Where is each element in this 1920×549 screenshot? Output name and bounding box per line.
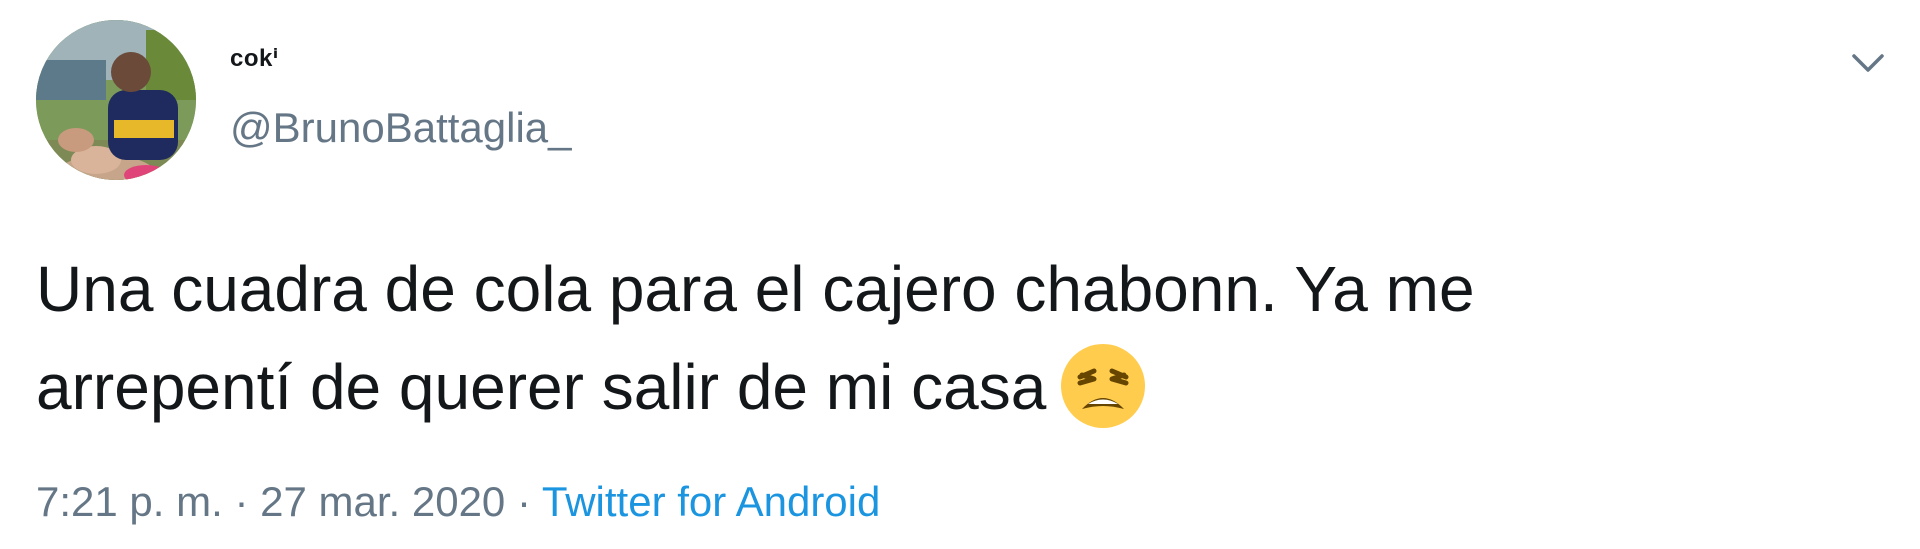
- avatar-image: [36, 20, 196, 180]
- tweet-text: Una cuadra de cola para el cajero chabon…: [36, 240, 1836, 437]
- tweet-source-link[interactable]: Twitter for Android: [542, 478, 880, 525]
- meta-separator: ·: [234, 478, 249, 525]
- tweet-date[interactable]: 27 mar. 2020: [260, 478, 505, 525]
- user-handle[interactable]: @BrunoBattaglia_: [230, 104, 572, 152]
- display-name[interactable]: cokⁱ: [230, 44, 279, 73]
- tweet-text-line-2: arrepentí de querer salir de mi casa: [36, 351, 1047, 423]
- tweet-card: cokⁱ @BrunoBattaglia_ Una cuadra de cola…: [0, 0, 1920, 549]
- chevron-down-icon[interactable]: [1848, 42, 1888, 82]
- tweet-meta: 7:21 p. m. · 27 mar. 2020 · Twitter for …: [36, 478, 880, 526]
- avatar[interactable]: [36, 20, 196, 180]
- tweet-text-line-1: Una cuadra de cola para el cajero chabon…: [36, 253, 1475, 325]
- meta-separator: ·: [516, 478, 531, 525]
- weary-face-icon: [1058, 341, 1148, 431]
- tweet-time[interactable]: 7:21 p. m.: [36, 478, 223, 525]
